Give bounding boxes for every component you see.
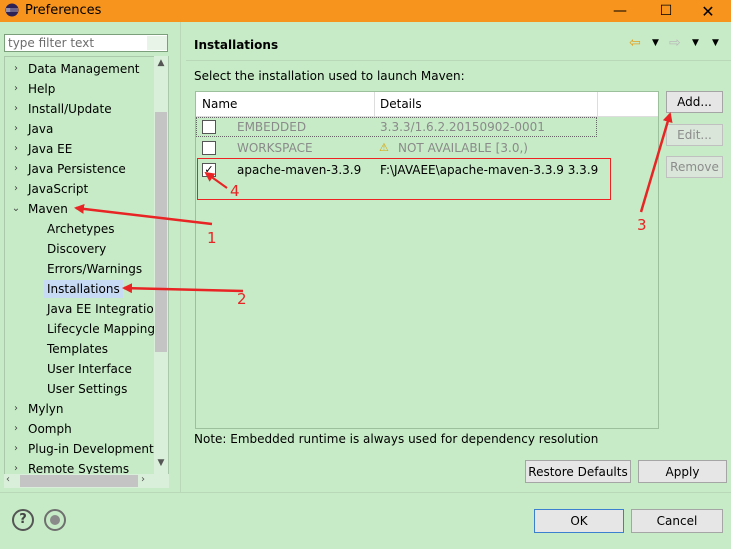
table-row-workspace[interactable]: WORKSPACE NOT AVAILABLE [3.0,) xyxy=(196,138,596,158)
instruction-text: Select the installation used to launch M… xyxy=(194,69,465,83)
column-separator[interactable] xyxy=(374,92,375,116)
warning-icon: ⚠ xyxy=(379,141,389,154)
tree-item-label: Install/Update xyxy=(28,102,112,116)
scroll-left-icon[interactable]: ‹ xyxy=(6,474,10,485)
chevron-right-icon[interactable]: › xyxy=(11,400,21,418)
embedded-checkbox[interactable] xyxy=(202,120,216,134)
ok-button[interactable]: OK xyxy=(534,509,624,533)
pane-divider[interactable] xyxy=(180,22,181,492)
cancel-button[interactable]: Cancel xyxy=(631,509,723,533)
tree-item-label: Java EE Integration xyxy=(47,302,162,316)
tree-item-label: Help xyxy=(28,82,56,96)
annotation-highlight-box xyxy=(197,158,611,200)
page-title: Installations xyxy=(194,38,279,52)
preferences-tree: › Data Management › Help › Install/Update ›… xyxy=(4,56,169,488)
scroll-up-icon[interactable]: ▲ xyxy=(155,58,167,68)
table-row-embedded[interactable]: EMBEDDED 3.3.3/1.6.2.20150902-0001 xyxy=(196,117,596,137)
annotation-number-4: 4 xyxy=(230,182,240,200)
installation-name: EMBEDDED xyxy=(237,120,307,134)
scroll-down-icon[interactable]: ▼ xyxy=(155,458,167,468)
tree-item-label: Plug-in Development xyxy=(28,442,154,456)
back-arrow-icon[interactable]: ⇦ xyxy=(629,35,641,51)
window-title: Preferences xyxy=(25,3,102,18)
tree-item-label: JavaScript xyxy=(28,182,89,196)
header-separator xyxy=(186,60,731,61)
tree-item-label: Templates xyxy=(47,342,109,356)
column-header-name[interactable]: Name xyxy=(202,92,237,116)
chevron-right-icon[interactable]: › xyxy=(11,420,21,438)
chevron-right-icon[interactable]: › xyxy=(11,440,21,458)
tree-item-label: Lifecycle Mapping xyxy=(47,322,155,336)
restore-defaults-button[interactable]: Restore Defaults xyxy=(525,460,631,483)
back-history-dropdown-icon[interactable]: ▼ xyxy=(652,38,659,48)
minimize-button[interactable]: — xyxy=(597,0,643,22)
tree-item-label: Discovery xyxy=(47,242,107,256)
column-separator[interactable] xyxy=(597,92,598,116)
annotation-number-3: 3 xyxy=(637,216,647,234)
close-button[interactable]: ✕ xyxy=(685,0,731,22)
chevron-right-icon[interactable]: › xyxy=(11,80,21,98)
forward-arrow-icon[interactable]: ⇨ xyxy=(669,35,681,51)
installation-details: NOT AVAILABLE [3.0,) xyxy=(398,141,528,155)
tree-item-label: Oomph xyxy=(28,422,72,436)
clear-filter-icon[interactable] xyxy=(147,36,167,50)
tree-item-label: Mylyn xyxy=(28,402,64,416)
add-button[interactable]: Add... xyxy=(666,91,723,113)
column-header-details[interactable]: Details xyxy=(380,92,422,116)
chevron-right-icon[interactable]: › xyxy=(11,140,21,158)
chevron-right-icon[interactable]: › xyxy=(11,120,21,138)
tree-item-label: Java xyxy=(28,122,54,136)
chevron-right-icon[interactable]: › xyxy=(11,180,21,198)
help-icon[interactable]: ? xyxy=(12,509,34,531)
tree-item-label: Data Management xyxy=(28,62,140,76)
view-menu-icon[interactable]: ▼ xyxy=(712,38,719,48)
edit-button[interactable]: Edit... xyxy=(666,124,723,146)
tree-item-label: Archetypes xyxy=(47,222,115,236)
maximize-button[interactable]: ☐ xyxy=(643,0,689,22)
remove-button[interactable]: Remove xyxy=(666,156,723,178)
tree-item-label: Installations xyxy=(44,280,123,298)
table-header xyxy=(196,92,658,117)
chevron-right-icon[interactable]: › xyxy=(11,60,21,78)
tree-item-label: User Interface xyxy=(47,362,132,376)
eclipse-icon xyxy=(5,3,19,17)
chevron-right-icon[interactable]: › xyxy=(11,100,21,118)
apply-button[interactable]: Apply xyxy=(638,460,727,483)
installation-details: 3.3.3/1.6.2.20150902-0001 xyxy=(380,120,545,134)
annotation-number-1: 1 xyxy=(207,229,217,247)
chevron-right-icon[interactable]: › xyxy=(11,160,21,178)
forward-history-dropdown-icon[interactable]: ▼ xyxy=(692,38,699,48)
record-macro-icon[interactable] xyxy=(44,509,66,531)
chevron-down-icon[interactable]: ⌄ xyxy=(11,200,21,218)
tree-item-label: Java EE xyxy=(28,142,73,156)
annotation-number-2: 2 xyxy=(237,290,247,308)
tree-item-label: Java Persistence xyxy=(28,162,126,176)
installation-name: WORKSPACE xyxy=(237,141,313,155)
scroll-right-icon[interactable]: › xyxy=(141,474,145,485)
workspace-checkbox[interactable] xyxy=(202,141,216,155)
embedded-runtime-note: Note: Embedded runtime is always used fo… xyxy=(194,432,599,446)
filter-input[interactable] xyxy=(4,34,168,52)
tree-item-label: Errors/Warnings xyxy=(47,262,143,276)
tree-vertical-scroll-thumb[interactable] xyxy=(155,112,167,352)
tree-item-label: Maven xyxy=(28,202,68,216)
tree-horizontal-scroll-thumb[interactable] xyxy=(20,475,138,487)
tree-item-label: User Settings xyxy=(47,382,128,396)
